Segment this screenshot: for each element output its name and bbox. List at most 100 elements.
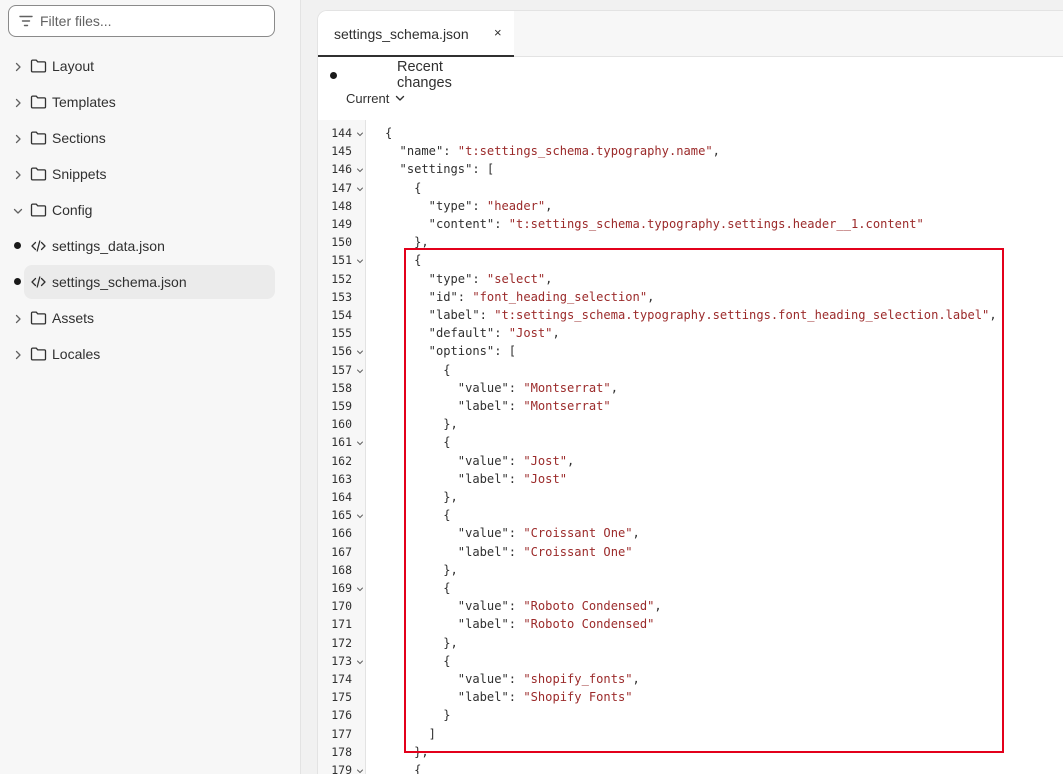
fold-chevron-icon[interactable] bbox=[356, 252, 364, 266]
folder-icon bbox=[30, 130, 47, 146]
code-punctuation: { bbox=[443, 435, 451, 450]
fold-chevron-icon[interactable] bbox=[356, 161, 364, 175]
code-editor[interactable]: 144 {145 "name": "t:settings_schema.typogr… bbox=[318, 120, 1063, 774]
json-key: "label" bbox=[457, 471, 509, 486]
chevron-right-icon[interactable] bbox=[12, 168, 24, 180]
line-number: 154 bbox=[331, 308, 352, 322]
code-punctuation: : bbox=[443, 144, 458, 159]
code-line: 170 "value": "Roboto Condensed", bbox=[318, 597, 1063, 615]
folder-icon bbox=[30, 166, 47, 182]
json-key: "label" bbox=[428, 308, 480, 322]
code-punctuation: : bbox=[508, 544, 524, 559]
fold-chevron-icon[interactable] bbox=[356, 507, 364, 521]
recent-changes-title: Recent changes bbox=[397, 59, 452, 91]
filter-files-field[interactable] bbox=[8, 5, 275, 37]
fold-chevron-icon[interactable] bbox=[356, 180, 364, 194]
fold-chevron-icon[interactable] bbox=[356, 362, 364, 376]
json-string: "t:settings_schema.typography.name" bbox=[457, 144, 713, 159]
code-text: "value": "shopify_fonts", bbox=[458, 670, 640, 688]
code-line: 174 "value": "shopify_fonts", bbox=[318, 670, 1063, 688]
version-label: Current bbox=[346, 91, 390, 106]
chevron-down-icon[interactable] bbox=[12, 204, 24, 216]
json-key: "name" bbox=[399, 144, 444, 159]
code-line: 148 "type": "header", bbox=[318, 197, 1063, 215]
code-line: 154 "label": "t:settings_schema.typograph… bbox=[318, 306, 1063, 324]
json-string: "Croissant One" bbox=[523, 544, 633, 559]
code-punctuation: { bbox=[385, 126, 393, 140]
line-number: 167 bbox=[331, 544, 352, 559]
chevron-right-icon[interactable] bbox=[12, 348, 24, 360]
line-number: 164 bbox=[331, 490, 352, 504]
chevron-right-icon[interactable] bbox=[12, 312, 24, 324]
folder-icon bbox=[30, 346, 47, 362]
line-number: 151 bbox=[331, 253, 352, 268]
code-line: 166 "value": "Croissant One", bbox=[318, 524, 1063, 542]
code-punctuation: { bbox=[443, 362, 451, 377]
code-line: 169 { bbox=[318, 579, 1063, 597]
line-number: 159 bbox=[331, 399, 352, 413]
version-dropdown[interactable]: Current bbox=[346, 91, 405, 106]
json-string: "Jost" bbox=[508, 326, 553, 341]
code-text: "settings": [ bbox=[400, 160, 495, 178]
code-text: } bbox=[443, 706, 450, 724]
line-number: 171 bbox=[331, 617, 352, 632]
fold-chevron-icon[interactable] bbox=[356, 653, 364, 667]
code-text: "label": "Montserrat" bbox=[458, 397, 611, 415]
filter-icon bbox=[19, 15, 33, 27]
json-string: "Croissant One" bbox=[523, 526, 633, 541]
code-text: { bbox=[385, 124, 392, 142]
code-line: 177] bbox=[318, 725, 1063, 743]
json-key: "value" bbox=[457, 526, 509, 541]
code-punctuation: ] bbox=[428, 726, 436, 741]
tree-item-label: settings_data.json bbox=[52, 238, 165, 254]
folder-locales[interactable]: Locales bbox=[0, 336, 301, 372]
code-text: { bbox=[443, 579, 450, 597]
line-number: 177 bbox=[331, 726, 352, 741]
code-text: { bbox=[443, 361, 450, 379]
file-settings-schema-json[interactable]: settings_schema.json bbox=[0, 264, 301, 300]
line-number: 156 bbox=[331, 344, 352, 359]
chevron-right-icon[interactable] bbox=[12, 132, 24, 144]
line-number: 169 bbox=[331, 581, 352, 595]
code-punctuation: }, bbox=[443, 635, 458, 650]
json-key: "value" bbox=[457, 672, 509, 686]
code-line: 167 "label": "Croissant One" bbox=[318, 543, 1063, 561]
tree-item-label: Layout bbox=[52, 58, 95, 74]
file-settings-data-json[interactable]: settings_data.json bbox=[0, 228, 301, 264]
folder-sections[interactable]: Sections bbox=[0, 120, 301, 156]
fold-chevron-icon[interactable] bbox=[356, 125, 364, 139]
code-line: 179 { bbox=[318, 761, 1063, 774]
folder-config[interactable]: Config bbox=[0, 192, 301, 228]
code-line: 145 "name": "t:settings_schema.typography… bbox=[318, 142, 1063, 160]
fold-chevron-icon[interactable] bbox=[356, 343, 364, 357]
folder-assets[interactable]: Assets bbox=[0, 300, 301, 336]
chevron-right-icon[interactable] bbox=[12, 60, 24, 72]
fold-chevron-icon[interactable] bbox=[356, 434, 364, 448]
close-icon[interactable]: × bbox=[494, 25, 502, 40]
code-punctuation: : bbox=[479, 308, 495, 322]
json-string: "select" bbox=[486, 271, 546, 286]
code-punctuation: : bbox=[508, 380, 524, 395]
json-key: "label" bbox=[457, 617, 509, 632]
code-punctuation: , bbox=[610, 380, 618, 395]
code-text: { bbox=[443, 506, 450, 524]
code-file-icon bbox=[30, 238, 47, 254]
line-number: 157 bbox=[331, 362, 352, 377]
code-punctuation: : bbox=[494, 326, 509, 341]
code-text: "type": "header", bbox=[429, 197, 553, 215]
fold-chevron-icon[interactable] bbox=[356, 580, 364, 594]
tab-settings-schema[interactable]: settings_schema.json × bbox=[318, 11, 514, 57]
folder-snippets[interactable]: Snippets bbox=[0, 156, 301, 192]
json-string: "header" bbox=[486, 198, 546, 213]
fold-chevron-icon[interactable] bbox=[356, 762, 364, 774]
code-line: 151 { bbox=[318, 251, 1063, 269]
code-punctuation: }, bbox=[414, 744, 429, 759]
code-punctuation: , bbox=[545, 198, 553, 213]
filter-files-input[interactable] bbox=[40, 13, 260, 29]
folder-templates[interactable]: Templates bbox=[0, 84, 301, 120]
line-number: 148 bbox=[331, 198, 352, 213]
code-text: "type": "select", bbox=[429, 270, 553, 288]
code-text: "value": "Roboto Condensed", bbox=[458, 597, 662, 615]
folder-layout[interactable]: Layout bbox=[0, 48, 301, 84]
chevron-right-icon[interactable] bbox=[12, 96, 24, 108]
